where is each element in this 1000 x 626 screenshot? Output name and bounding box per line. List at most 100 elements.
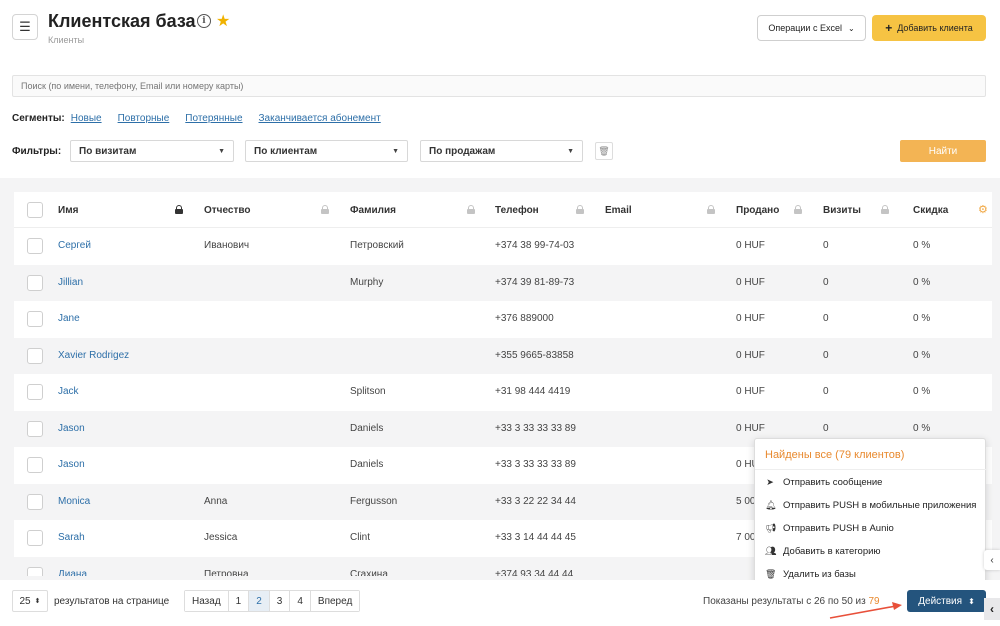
prev-page-button[interactable]: Назад [185,591,229,611]
filter-by-sales[interactable]: По продажам ▼ [420,140,583,162]
cell-name[interactable]: Jack [58,386,79,397]
segment-new[interactable]: Новые [71,113,102,124]
filter-by-clients[interactable]: По клиентам ▼ [245,140,408,162]
page-3[interactable]: 3 [269,591,291,611]
cell-patronymic: Anna [204,495,228,507]
column-phone[interactable]: Телефон [495,205,539,216]
lock-icon[interactable] [794,205,802,214]
find-button[interactable]: Найти [900,140,986,162]
row-checkbox[interactable] [27,530,43,546]
row-checkbox[interactable] [27,311,43,327]
segment-expiring-subscription[interactable]: Заканчивается абонемент [259,113,381,124]
popup-item-label: Добавить в категорию [783,546,881,557]
column-name[interactable]: Имя [58,205,78,216]
row-checkbox[interactable] [27,274,43,291]
cell-name[interactable]: Sarah [58,532,85,543]
lock-icon[interactable] [881,205,889,214]
panel-collapse-toggle[interactable]: ‹ [984,598,1000,620]
row-checkbox[interactable] [27,420,43,437]
popup-item-label: Удалить из базы [783,569,856,580]
per-page-label: результатов на странице [54,596,170,607]
row-checkbox[interactable] [27,457,43,473]
cell-phone: +33 3 33 33 33 89 [495,459,576,470]
column-sold[interactable]: Продано [736,205,779,216]
per-page-value: 25 [19,595,31,607]
lock-icon[interactable] [175,205,183,214]
lock-icon[interactable] [576,205,584,214]
filter-by-sales-label: По продажам [429,145,496,157]
cell-phone: +33 3 22 22 34 44 [495,495,576,507]
cell-name[interactable]: Jane [58,313,80,324]
row-checkbox[interactable] [27,347,43,364]
gear-icon[interactable]: ⚙ [978,203,988,216]
sidebar-toggle[interactable]: ‹ [984,550,1000,570]
column-visits[interactable]: Визиты [823,205,861,216]
popup-add-to-category[interactable]: 👥︎ Добавить в категорию [765,546,881,557]
add-client-button[interactable]: + Добавить клиента [872,15,986,41]
per-page-select[interactable]: 25 ⬍ [12,590,48,612]
filter-by-visits[interactable]: По визитам ▼ [70,140,234,162]
cell-name[interactable]: Jason [58,423,85,434]
table-row[interactable]: Xavier Rodrigez +355 9665-83858 0 HUF 0 0 % [14,337,992,374]
cell-phone: +33 3 33 33 33 89 [495,422,576,434]
popup-delete-from-base[interactable]: 🗑︎ Удалить из базы [765,569,856,580]
popup-send-push-mobile[interactable]: 🔔︎ Отправить PUSH в мобильные приложения [765,500,976,511]
row-checkbox[interactable] [27,566,43,576]
chevron-down-icon: ⌄ [847,23,855,33]
breadcrumb[interactable]: Клиенты [48,35,84,45]
cell-sold: 7 00 [736,532,756,543]
lock-icon[interactable] [467,205,475,214]
next-page-button[interactable]: Вперед [310,591,360,611]
cell-name[interactable]: Monica [58,496,90,507]
select-all-checkbox[interactable] [27,202,43,218]
cell-phone: +33 3 14 44 44 45 [495,532,576,543]
info-icon[interactable]: i [197,14,211,28]
table-row[interactable]: Jillian Murphy +374 39 81-89-73 0 HUF 0 0 % [14,264,992,301]
pager: Назад 1 2 3 4 Вперед [184,590,361,612]
row-checkbox[interactable] [27,384,43,400]
segment-lost[interactable]: Потерянные [185,113,242,124]
popup-title[interactable]: Найдены все (79 клиентов) [765,449,904,461]
menu-button[interactable]: ☰ [12,14,38,40]
cell-discount: 0 % [913,422,931,434]
page-4[interactable]: 4 [290,591,311,611]
row-checkbox[interactable] [27,238,43,254]
cell-name[interactable]: Jason [58,459,85,470]
cell-sold: 0 HUF [736,276,765,288]
popup-send-message[interactable]: ➤ Отправить сообщение [765,477,882,488]
actions-button[interactable]: Действия ⬍ [907,590,986,612]
star-icon[interactable]: ★ [216,11,230,31]
cell-visits: 0 [823,386,829,397]
table-row[interactable]: Jack Splitson +31 98 444 4419 0 HUF 0 0 % [14,374,992,411]
cell-name[interactable]: Сергей [58,240,91,251]
page-2[interactable]: 2 [249,591,270,611]
lock-icon[interactable] [707,205,715,214]
filters-label: Фильтры: [12,146,62,157]
row-checkbox[interactable] [27,493,43,510]
column-surname[interactable]: Фамилия [350,205,396,216]
cell-discount: 0 % [913,276,931,288]
search-input[interactable] [12,75,986,97]
segment-repeat[interactable]: Повторные [118,113,170,124]
table-header: Имя Отчество Фамилия Телефон Email Прода… [14,192,992,228]
column-patronymic[interactable]: Отчество [204,205,251,216]
actions-popup: Найдены все (79 клиентов) ➤ Отправить со… [754,438,987,586]
lock-icon[interactable] [321,205,329,214]
excel-operations-button[interactable]: Операции с Excel ⌄ [757,15,866,41]
cell-name[interactable]: Диана [58,569,87,577]
clear-filters-button[interactable]: 🗑 [595,142,613,160]
popup-send-push-aunio[interactable]: 📢︎ Отправить PUSH в Aunio [765,523,894,534]
caret-down-icon: ▼ [567,147,574,155]
cell-name[interactable]: Xavier Rodrigez [58,350,129,361]
cell-phone: +376 889000 [495,313,554,324]
table-row[interactable]: Сергей Иванович Петровский +374 38 99-74-03… [14,228,992,265]
column-email[interactable]: Email [605,205,632,216]
cell-sold: 0 HUF [736,349,765,361]
cell-name[interactable]: Jillian [58,277,83,288]
page-1[interactable]: 1 [228,591,250,611]
column-discount[interactable]: Скидка [913,205,948,216]
caret-down-icon: ▼ [392,147,399,155]
cell-surname: Splitson [350,386,386,397]
table-row[interactable]: Jane +376 889000 0 HUF 0 0 % [14,301,992,338]
cell-surname: Daniels [350,422,384,434]
